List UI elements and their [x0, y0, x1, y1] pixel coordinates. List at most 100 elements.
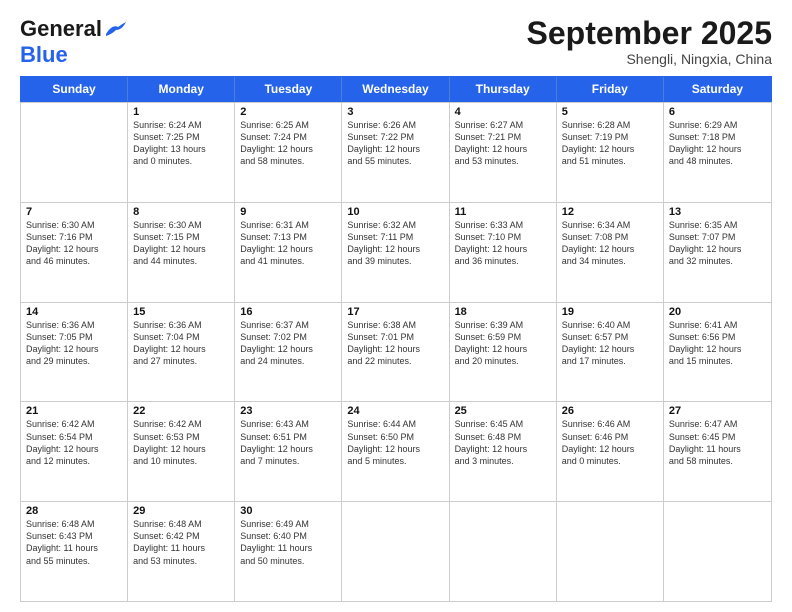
day-number: 19	[562, 306, 658, 318]
day-number: 8	[133, 206, 229, 218]
header: General Blue September 2025 Shengli, Nin…	[20, 16, 772, 68]
cell-info: Sunrise: 6:26 AMSunset: 7:22 PMDaylight:…	[347, 119, 443, 168]
calendar-cell: 28Sunrise: 6:48 AMSunset: 6:43 PMDayligh…	[21, 502, 128, 601]
cell-info: Sunrise: 6:28 AMSunset: 7:19 PMDaylight:…	[562, 119, 658, 168]
cell-info: Sunrise: 6:40 AMSunset: 6:57 PMDaylight:…	[562, 319, 658, 368]
cell-info: Sunrise: 6:36 AMSunset: 7:05 PMDaylight:…	[26, 319, 122, 368]
day-number: 12	[562, 206, 658, 218]
calendar-cell: 24Sunrise: 6:44 AMSunset: 6:50 PMDayligh…	[342, 402, 449, 501]
calendar-cell: 14Sunrise: 6:36 AMSunset: 7:05 PMDayligh…	[21, 303, 128, 402]
day-number: 22	[133, 405, 229, 417]
day-number: 15	[133, 306, 229, 318]
day-number: 20	[669, 306, 766, 318]
cell-info: Sunrise: 6:29 AMSunset: 7:18 PMDaylight:…	[669, 119, 766, 168]
cell-info: Sunrise: 6:25 AMSunset: 7:24 PMDaylight:…	[240, 119, 336, 168]
calendar-row-5: 28Sunrise: 6:48 AMSunset: 6:43 PMDayligh…	[21, 501, 771, 601]
cell-info: Sunrise: 6:48 AMSunset: 6:43 PMDaylight:…	[26, 518, 122, 567]
cell-info: Sunrise: 6:42 AMSunset: 6:54 PMDaylight:…	[26, 418, 122, 467]
calendar-cell	[21, 103, 128, 202]
day-number: 24	[347, 405, 443, 417]
day-number: 21	[26, 405, 122, 417]
cell-info: Sunrise: 6:27 AMSunset: 7:21 PMDaylight:…	[455, 119, 551, 168]
logo-general: General	[20, 16, 102, 41]
calendar-cell	[342, 502, 449, 601]
day-number: 30	[240, 505, 336, 517]
header-day-monday: Monday	[128, 77, 235, 101]
day-number: 7	[26, 206, 122, 218]
cell-info: Sunrise: 6:30 AMSunset: 7:15 PMDaylight:…	[133, 219, 229, 268]
day-number: 27	[669, 405, 766, 417]
day-number: 10	[347, 206, 443, 218]
day-number: 13	[669, 206, 766, 218]
header-day-sunday: Sunday	[21, 77, 128, 101]
cell-info: Sunrise: 6:24 AMSunset: 7:25 PMDaylight:…	[133, 119, 229, 168]
day-number: 23	[240, 405, 336, 417]
calendar-body: 1Sunrise: 6:24 AMSunset: 7:25 PMDaylight…	[20, 102, 772, 602]
header-day-thursday: Thursday	[450, 77, 557, 101]
cell-info: Sunrise: 6:33 AMSunset: 7:10 PMDaylight:…	[455, 219, 551, 268]
calendar-cell: 29Sunrise: 6:48 AMSunset: 6:42 PMDayligh…	[128, 502, 235, 601]
cell-info: Sunrise: 6:30 AMSunset: 7:16 PMDaylight:…	[26, 219, 122, 268]
cell-info: Sunrise: 6:49 AMSunset: 6:40 PMDaylight:…	[240, 518, 336, 567]
title-block: September 2025 Shengli, Ningxia, China	[527, 16, 772, 67]
day-number: 9	[240, 206, 336, 218]
cell-info: Sunrise: 6:48 AMSunset: 6:42 PMDaylight:…	[133, 518, 229, 567]
calendar-subtitle: Shengli, Ningxia, China	[527, 51, 772, 67]
logo-bird-icon	[104, 22, 126, 38]
calendar-cell: 3Sunrise: 6:26 AMSunset: 7:22 PMDaylight…	[342, 103, 449, 202]
day-number: 26	[562, 405, 658, 417]
cell-info: Sunrise: 6:32 AMSunset: 7:11 PMDaylight:…	[347, 219, 443, 268]
calendar-cell: 22Sunrise: 6:42 AMSunset: 6:53 PMDayligh…	[128, 402, 235, 501]
cell-info: Sunrise: 6:45 AMSunset: 6:48 PMDaylight:…	[455, 418, 551, 467]
cell-info: Sunrise: 6:47 AMSunset: 6:45 PMDaylight:…	[669, 418, 766, 467]
logo-text: General	[20, 16, 126, 42]
cell-info: Sunrise: 6:44 AMSunset: 6:50 PMDaylight:…	[347, 418, 443, 467]
calendar-cell: 19Sunrise: 6:40 AMSunset: 6:57 PMDayligh…	[557, 303, 664, 402]
calendar-row-4: 21Sunrise: 6:42 AMSunset: 6:54 PMDayligh…	[21, 401, 771, 501]
calendar-cell: 9Sunrise: 6:31 AMSunset: 7:13 PMDaylight…	[235, 203, 342, 302]
cell-info: Sunrise: 6:46 AMSunset: 6:46 PMDaylight:…	[562, 418, 658, 467]
calendar-cell: 20Sunrise: 6:41 AMSunset: 6:56 PMDayligh…	[664, 303, 771, 402]
calendar-cell	[450, 502, 557, 601]
cell-info: Sunrise: 6:42 AMSunset: 6:53 PMDaylight:…	[133, 418, 229, 467]
calendar-cell: 1Sunrise: 6:24 AMSunset: 7:25 PMDaylight…	[128, 103, 235, 202]
day-number: 4	[455, 106, 551, 118]
day-number: 11	[455, 206, 551, 218]
logo: General Blue	[20, 16, 126, 68]
header-day-wednesday: Wednesday	[342, 77, 449, 101]
day-number: 17	[347, 306, 443, 318]
cell-info: Sunrise: 6:35 AMSunset: 7:07 PMDaylight:…	[669, 219, 766, 268]
calendar-cell: 27Sunrise: 6:47 AMSunset: 6:45 PMDayligh…	[664, 402, 771, 501]
calendar-header: SundayMondayTuesdayWednesdayThursdayFrid…	[20, 76, 772, 102]
calendar-cell: 26Sunrise: 6:46 AMSunset: 6:46 PMDayligh…	[557, 402, 664, 501]
cell-info: Sunrise: 6:34 AMSunset: 7:08 PMDaylight:…	[562, 219, 658, 268]
day-number: 5	[562, 106, 658, 118]
calendar-row-2: 7Sunrise: 6:30 AMSunset: 7:16 PMDaylight…	[21, 202, 771, 302]
cell-info: Sunrise: 6:41 AMSunset: 6:56 PMDaylight:…	[669, 319, 766, 368]
calendar-cell: 13Sunrise: 6:35 AMSunset: 7:07 PMDayligh…	[664, 203, 771, 302]
day-number: 16	[240, 306, 336, 318]
calendar-row-1: 1Sunrise: 6:24 AMSunset: 7:25 PMDaylight…	[21, 102, 771, 202]
day-number: 6	[669, 106, 766, 118]
calendar-cell: 21Sunrise: 6:42 AMSunset: 6:54 PMDayligh…	[21, 402, 128, 501]
calendar-cell: 16Sunrise: 6:37 AMSunset: 7:02 PMDayligh…	[235, 303, 342, 402]
calendar-cell: 17Sunrise: 6:38 AMSunset: 7:01 PMDayligh…	[342, 303, 449, 402]
calendar-cell: 11Sunrise: 6:33 AMSunset: 7:10 PMDayligh…	[450, 203, 557, 302]
header-day-tuesday: Tuesday	[235, 77, 342, 101]
calendar-row-3: 14Sunrise: 6:36 AMSunset: 7:05 PMDayligh…	[21, 302, 771, 402]
header-day-friday: Friday	[557, 77, 664, 101]
day-number: 25	[455, 405, 551, 417]
day-number: 1	[133, 106, 229, 118]
day-number: 3	[347, 106, 443, 118]
day-number: 2	[240, 106, 336, 118]
cell-info: Sunrise: 6:36 AMSunset: 7:04 PMDaylight:…	[133, 319, 229, 368]
calendar-cell: 5Sunrise: 6:28 AMSunset: 7:19 PMDaylight…	[557, 103, 664, 202]
day-number: 29	[133, 505, 229, 517]
cell-info: Sunrise: 6:38 AMSunset: 7:01 PMDaylight:…	[347, 319, 443, 368]
calendar-cell: 30Sunrise: 6:49 AMSunset: 6:40 PMDayligh…	[235, 502, 342, 601]
calendar-cell: 23Sunrise: 6:43 AMSunset: 6:51 PMDayligh…	[235, 402, 342, 501]
calendar-cell: 15Sunrise: 6:36 AMSunset: 7:04 PMDayligh…	[128, 303, 235, 402]
header-day-saturday: Saturday	[664, 77, 771, 101]
calendar-cell: 18Sunrise: 6:39 AMSunset: 6:59 PMDayligh…	[450, 303, 557, 402]
calendar: SundayMondayTuesdayWednesdayThursdayFrid…	[20, 76, 772, 602]
